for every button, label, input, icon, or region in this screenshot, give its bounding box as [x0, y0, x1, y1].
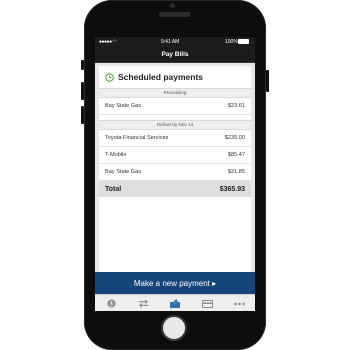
- clock-icon: [105, 72, 114, 82]
- section-header-processing: Processing: [99, 88, 251, 98]
- payment-row[interactable]: T-Mobile $85.47: [99, 147, 251, 164]
- payee-name: Bay State Gas: [105, 169, 142, 175]
- total-label: Total: [105, 185, 122, 193]
- payee-name: Bay State Gas: [105, 103, 142, 109]
- phone-frame: ●●●●● ◠ 9:41 AM 100% Pay Bills Scheduled…: [81, 0, 269, 350]
- make-new-payment-label: Make a new payment ▸: [133, 278, 217, 288]
- silent-switch: [81, 60, 84, 70]
- page-title: Pay Bills: [161, 51, 189, 58]
- volume-down-button: [81, 106, 84, 124]
- total-amount: $365.93: [219, 185, 245, 193]
- transfer-icon[interactable]: [137, 299, 149, 309]
- signal-icon: ●●●●● ◠: [99, 39, 117, 45]
- volume-up-button: [81, 82, 84, 100]
- card-header: Scheduled payments: [99, 66, 251, 88]
- card-icon[interactable]: [201, 299, 213, 309]
- dollar-icon[interactable]: $: [105, 299, 117, 309]
- screen: ●●●●● ◠ 9:41 AM 100% Pay Bills Scheduled…: [95, 37, 255, 311]
- deposit-icon[interactable]: [169, 298, 181, 309]
- payment-row[interactable]: Bay State Gas $23.61: [99, 98, 251, 115]
- payment-row[interactable]: Bay State Gas $21.85: [99, 164, 251, 181]
- card-title: Scheduled payments: [118, 72, 204, 82]
- more-icon[interactable]: [233, 299, 245, 309]
- payment-amount: $21.85: [227, 169, 245, 175]
- status-time: 9:41 AM: [161, 39, 180, 45]
- section-header-deliver: Deliver by Nov 14: [99, 120, 251, 130]
- payment-amount: $23.61: [227, 103, 245, 109]
- payment-row[interactable]: Toyota Financial Services $235.00: [99, 130, 251, 147]
- make-new-payment-button[interactable]: Make a new payment ▸: [95, 272, 255, 294]
- payee-name: T-Mobile: [105, 152, 127, 158]
- status-bar: ●●●●● ◠ 9:41 AM 100%: [95, 37, 255, 47]
- speaker: [159, 12, 191, 17]
- payee-name: Toyota Financial Services: [105, 135, 169, 141]
- status-battery: 100%: [225, 39, 238, 45]
- scheduled-payments-card: Scheduled payments Processing Bay State …: [99, 66, 251, 273]
- tab-bar: $: [95, 294, 255, 311]
- power-button: [266, 70, 269, 92]
- camera: [170, 3, 175, 8]
- home-button[interactable]: [161, 315, 187, 341]
- nav-bar: Pay Bills: [95, 47, 255, 63]
- svg-text:$: $: [109, 302, 113, 308]
- battery-icon: [238, 39, 249, 44]
- payment-amount: $85.47: [227, 152, 245, 158]
- payment-amount: $235.00: [224, 135, 245, 141]
- total-row: Total $365.93: [99, 181, 251, 197]
